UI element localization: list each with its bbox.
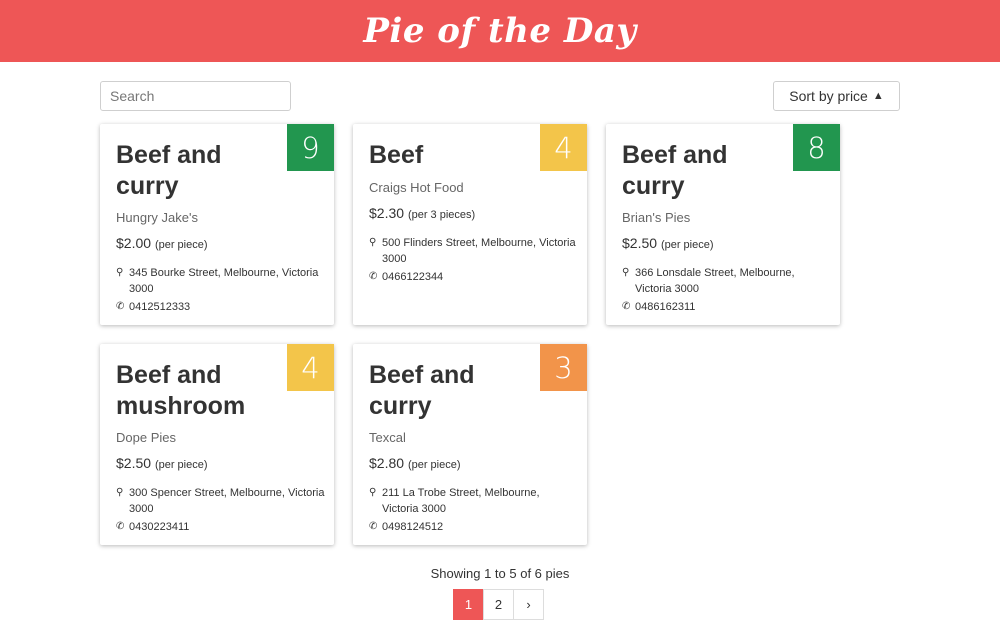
map-marker-icon: ⚲ <box>369 487 377 498</box>
map-marker-icon: ⚲ <box>369 237 377 248</box>
phone-icon: ✆ <box>622 301 631 312</box>
pie-card[interactable]: 4 Beef Craigs Hot Food $2.30 (per 3 piec… <box>353 124 587 325</box>
rating-badge: 4 <box>540 124 587 171</box>
pie-card[interactable]: 3 Beef and curry Texcal $2.80 (per piece… <box>353 344 587 545</box>
rating-badge: 9 <box>287 124 334 171</box>
phone: ✆ 0430223411 <box>116 521 190 533</box>
pie-card[interactable]: 4 Beef and mushroom Dope Pies $2.50 (per… <box>100 344 334 545</box>
phone-icon: ✆ <box>116 301 125 312</box>
price: $2.30 (per 3 pieces) <box>369 205 476 221</box>
pie-title: Beef and mushroom <box>116 361 246 420</box>
page-1-button[interactable]: 1 <box>453 589 484 620</box>
price: $2.50 (per piece) <box>622 235 714 251</box>
pie-title: Beef and curry <box>116 141 222 200</box>
shop-name: Craigs Hot Food <box>369 180 464 195</box>
rating-badge: 8 <box>793 124 840 171</box>
pie-title: Beef <box>369 141 424 169</box>
phone: ✆ 0498124512 <box>369 521 444 533</box>
sort-label: Sort by price <box>789 88 868 104</box>
search-input[interactable] <box>100 81 291 111</box>
price: $2.00 (per piece) <box>116 235 208 251</box>
shop-name: Dope Pies <box>116 430 176 445</box>
map-marker-icon: ⚲ <box>116 267 124 278</box>
shop-name: Hungry Jake's <box>116 210 198 225</box>
brand-title: Pie of the Day <box>363 11 637 51</box>
chevron-right-icon[interactable]: › <box>513 589 544 620</box>
app-header: Pie of the Day <box>0 0 1000 62</box>
address: ⚲ 345 Bourke Street, Melbourne, Victoria … <box>116 267 319 295</box>
map-marker-icon: ⚲ <box>116 487 124 498</box>
shop-name: Texcal <box>369 430 406 445</box>
address: ⚲ 366 Lonsdale Street, Melbourne, Victori… <box>622 267 795 295</box>
map-marker-icon: ⚲ <box>622 267 630 278</box>
address: ⚲ 500 Flinders Street, Melbourne, Victori… <box>369 237 576 265</box>
price: $2.50 (per piece) <box>116 455 208 471</box>
results-summary: Showing 1 to 5 of 6 pies <box>430 566 570 581</box>
phone: ✆ 0466122344 <box>369 271 444 283</box>
pie-card[interactable]: 9 Beef and curry Hungry Jake's $2.00 (pe… <box>100 124 334 325</box>
phone-icon: ✆ <box>369 521 378 532</box>
pagination: 1 2 › <box>453 589 544 620</box>
price: $2.80 (per piece) <box>369 455 461 471</box>
sort-by-price-button[interactable]: Sort by price ▲ <box>773 81 900 111</box>
pie-title: Beef and curry <box>369 361 475 420</box>
pie-card[interactable]: 8 Beef and curry Brian's Pies $2.50 (per… <box>606 124 840 325</box>
rating-badge: 3 <box>540 344 587 391</box>
phone: ✆ 0412512333 <box>116 301 191 313</box>
phone-icon: ✆ <box>369 271 378 282</box>
pie-title: Beef and curry <box>622 141 728 200</box>
phone-icon: ✆ <box>116 521 125 532</box>
address: ⚲ 211 La Trobe Street, Melbourne, Victori… <box>369 487 540 515</box>
address: ⚲ 300 Spencer Street, Melbourne, Victoria… <box>116 487 325 515</box>
phone: ✆ 0486162311 <box>622 301 696 313</box>
page-2-button[interactable]: 2 <box>483 589 514 620</box>
triangle-up-icon: ▲ <box>872 90 884 102</box>
rating-badge: 4 <box>287 344 334 391</box>
shop-name: Brian's Pies <box>622 210 691 225</box>
